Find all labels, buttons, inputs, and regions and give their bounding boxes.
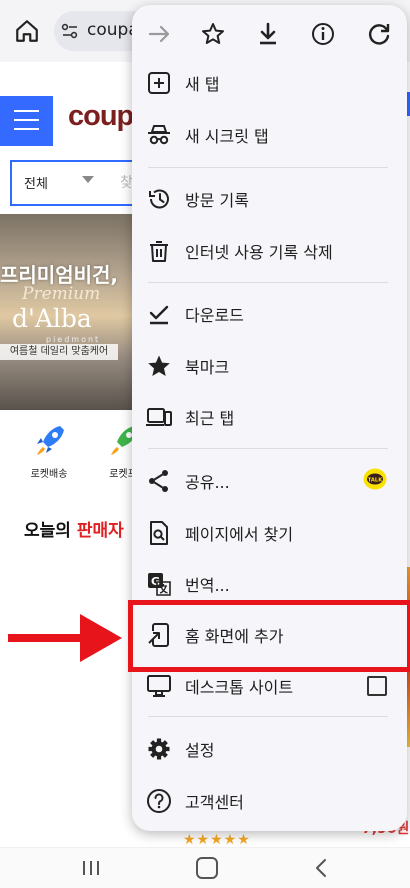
menu-item-label: 최근 탭: [185, 409, 235, 428]
menu-item-label: 새 탭: [185, 75, 220, 94]
menu-item-label: 북마크: [185, 358, 230, 377]
bookmarks-star-icon: [148, 355, 170, 376]
section-title-highlight: 판매자: [76, 521, 124, 541]
menu-item-label: 설정: [185, 741, 215, 760]
home-icon[interactable]: [14, 18, 40, 44]
share-icon: [149, 470, 168, 492]
menu-item-clear-browsing-data[interactable]: 인터넷 사용 기록 삭제: [132, 225, 407, 275]
incognito-icon: [148, 125, 170, 145]
menu-item-new-incognito-tab[interactable]: 새 시크릿 탭: [132, 109, 407, 159]
shortcut-rocket-delivery[interactable]: 로켓배송: [18, 422, 80, 486]
menu-item-label: 다운로드: [185, 306, 244, 325]
menu-divider: [148, 167, 388, 168]
annotation-arrow-shaft: [8, 634, 88, 642]
browser-overflow-menu: 새 탭 새 시크릿 탭 방문 기록 인터넷 사용 기록 삭제 다운로드 북마크 …: [132, 5, 407, 831]
kakaotalk-icon[interactable]: TALK: [363, 468, 387, 490]
recent-tabs-icon: [146, 408, 172, 426]
back-icon[interactable]: [313, 858, 329, 878]
search-bar[interactable]: 전체 찾: [10, 160, 144, 206]
menu-item-find-in-page[interactable]: 페이지에서 찾기: [132, 507, 407, 557]
help-icon: [147, 789, 171, 813]
rocket-icon: [37, 426, 64, 455]
menu-item-downloads[interactable]: 다운로드: [132, 288, 407, 338]
url-text[interactable]: coupa: [87, 20, 139, 40]
menu-item-share[interactable]: 공유... TALK: [132, 455, 407, 505]
menu-item-help[interactable]: 고객센터: [132, 775, 407, 825]
desktop-site-checkbox[interactable]: [367, 676, 387, 696]
download-icon[interactable]: [251, 17, 285, 51]
menu-divider: [148, 448, 388, 449]
kakao-label: TALK: [368, 477, 383, 483]
trash-icon: [150, 241, 168, 262]
reload-icon[interactable]: [362, 17, 396, 51]
section-title-prefix: 오늘의: [24, 521, 77, 541]
chevron-down-icon: [82, 176, 94, 183]
section-title: 오늘의 판매자: [24, 516, 124, 541]
menu-item-label: 번역...: [185, 576, 230, 595]
menu-item-label: 페이지에서 찾기: [185, 525, 294, 544]
info-icon[interactable]: [306, 17, 340, 51]
menu-item-recent-tabs[interactable]: 최근 탭: [132, 391, 407, 441]
recents-icon[interactable]: [82, 860, 100, 876]
new-tab-icon: [148, 72, 170, 94]
menu-divider: [148, 716, 388, 717]
menu-item-label: 데스크톱 사이트: [185, 678, 294, 697]
menu-item-history[interactable]: 방문 기록: [132, 173, 407, 223]
annotation-arrow-head: [80, 614, 122, 662]
menu-item-settings[interactable]: 설정: [132, 723, 407, 773]
forward-icon[interactable]: [142, 17, 176, 51]
logo-text-1: coup: [68, 100, 134, 132]
translate-icon: G: [148, 573, 171, 596]
shortcut-label: 로켓배송: [30, 469, 68, 480]
promo-banner[interactable]: 프리미엄비건, Premium d'Alba piedmont 여름철 데일리 …: [0, 214, 135, 410]
menu-item-label: 인터넷 사용 기록 삭제: [185, 243, 333, 262]
desktop-icon: [147, 675, 171, 697]
menu-item-label: 새 시크릿 탭: [185, 127, 269, 146]
menu-item-label: 방문 기록: [185, 191, 249, 210]
site-settings-icon[interactable]: [60, 21, 80, 41]
banner-sub: piedmont: [46, 335, 101, 344]
settings-gear-icon: [148, 738, 170, 760]
search-input[interactable]: 찾: [120, 172, 133, 192]
annotation-highlight-box: [128, 600, 410, 672]
banner-script: Premium: [22, 284, 101, 304]
menu-item-label: 공유...: [185, 473, 230, 492]
menu-divider: [148, 282, 388, 283]
menu-item-bookmarks[interactable]: 북마크: [132, 340, 407, 390]
menu-item-label: 고객센터: [185, 793, 244, 812]
rating-stars: ★★★★★: [183, 832, 251, 847]
search-category-select[interactable]: 전체: [24, 173, 48, 192]
bookmark-star-icon[interactable]: [196, 17, 230, 51]
banner-caption: 여름철 데일리 맞춤케어: [0, 344, 118, 360]
find-in-page-icon: [150, 521, 168, 545]
history-icon: [149, 189, 169, 209]
menu-item-new-tab[interactable]: 새 탭: [132, 57, 407, 107]
banner-brand: d'Alba: [12, 304, 92, 333]
category-menu-button[interactable]: [0, 96, 53, 146]
system-navigation-bar: [0, 847, 410, 888]
downloads-icon: [149, 305, 169, 325]
nav-home-icon[interactable]: [196, 857, 218, 879]
